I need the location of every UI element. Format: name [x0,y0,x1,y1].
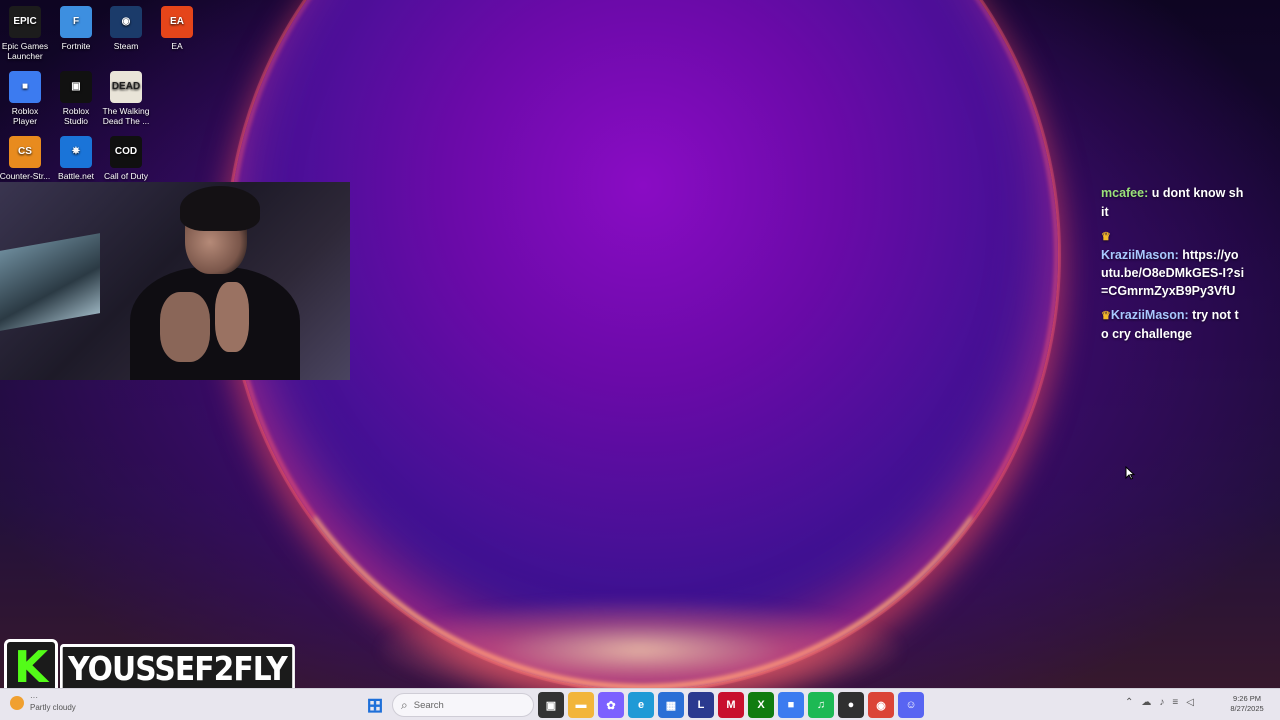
chat-username: KraziiMason [1101,248,1175,262]
file-explorer-icon[interactable]: ▬ [568,692,594,718]
edge-icon[interactable]: e [628,692,654,718]
desktop-shortcut-label: Roblox Player [11,106,39,126]
mouse-cursor-icon [1125,466,1135,480]
weather-text: Partly cloudy [30,703,76,712]
obs-icon[interactable]: ● [838,692,864,718]
clock-time: 9:26 PM [1233,694,1261,703]
counter-strike-icon: CS [9,136,41,168]
webcam-overlay [0,182,350,380]
chat-message: ♛KraziiMason: try not to cry challenge [1101,308,1239,341]
volume-icon[interactable]: ♪ [1159,697,1164,708]
show-hidden-icons-icon[interactable]: ⌃ [1125,697,1133,708]
taskbar-search-input[interactable]: ⌕ Search [392,693,534,717]
desktop-shortcut-label: Roblox Studio [62,106,90,126]
desktop-shortcut-label: Counter-Str... [0,171,51,181]
wallpaper-orb-rim [228,0,1058,690]
desktop-shortcut[interactable]: EPIC Epic Games Launcher [0,6,51,61]
desktop-shortcut-label: Steam [113,41,139,51]
ea-icon: EA [161,6,193,38]
roblox-player-icon: ■ [9,71,41,103]
taskbar-apps: ⊞ ⌕ Search ▣ ▬ ✿ e ▦ L M X ■ ♫ ● ◉ ☺ [362,691,924,719]
system-tray: ⌃ ☁ ♪ ≡ ◁ [1125,697,1194,708]
desktop-shortcut[interactable]: CS Counter-Str... [0,136,51,181]
mcafee-icon[interactable]: M [718,692,744,718]
desktop-shortcut-label: Epic Games Launcher [1,41,49,61]
clock-date: 8/27/2025 [1230,704,1264,713]
fortnite-icon: F [60,6,92,38]
windows-start-icon[interactable]: ⊞ [362,692,388,718]
spotify-icon[interactable]: ♫ [808,692,834,718]
desktop-shortcut[interactable]: COD Call of Duty [100,136,152,181]
desktop-shortcut[interactable]: F Fortnite [50,6,102,51]
discord-icon[interactable]: ☺ [898,692,924,718]
desktop-shortcut[interactable]: ▣ Roblox Studio [50,71,102,126]
desktop-shortcut-label: Fortnite [61,41,91,51]
webcam-person-hair [180,186,260,231]
steam-icon: ◉ [110,6,142,38]
desktop-shortcut-label: Battle.net [58,171,94,181]
desktop-shortcut-label: The Walking Dead The ... [102,106,150,126]
streamer-name: YOUSSEF2FLY [60,644,295,692]
taskbar: ··· Partly cloudy ⊞ ⌕ Search ▣ ▬ ✿ e ▦ L M X ■ ♫ ● ◉ ☺ … [0,688,1280,720]
store-icon[interactable]: ▦ [658,692,684,718]
xbox-icon[interactable]: X [748,692,774,718]
webcam-background-monitor [0,233,100,331]
chat-message: ♛ KraziiMason: https://youtu.be/O8eDMkGES… [1101,231,1245,298]
chat-message: mcafee: u dont know shit [1101,186,1244,219]
desktop-shortcut[interactable]: ◉ Steam [100,6,152,51]
roblox-studio-icon: ▣ [60,71,92,103]
lightshot-icon[interactable]: L [688,692,714,718]
search-placeholder: Search [413,699,444,711]
desktop-shortcut[interactable]: EA EA [151,6,203,51]
stream-chat-overlay: mcafee: u dont know shit ♛ KraziiMason: h… [1101,184,1246,349]
webcam-person-arm [160,292,210,362]
desktop-shortcut[interactable]: ■ Roblox Player [0,71,51,126]
weather-widget[interactable]: ··· Partly cloudy [10,693,76,713]
roblox-taskbar-icon[interactable]: ■ [778,692,804,718]
desktop-shortcut-label: EA [171,41,183,51]
epic-games-icon: EPIC [9,6,41,38]
copilot-icon[interactable]: ✿ [598,692,624,718]
desktop-shortcut[interactable]: ✵ Battle.net [50,136,102,181]
network-icon[interactable]: ≡ [1172,697,1178,708]
chat-username: KraziiMason [1110,308,1185,322]
walking-dead-icon: DEAD [110,71,142,103]
wallpaper-glow [380,600,900,700]
desktop-shortcut[interactable]: DEAD The Walking Dead The ... [100,71,152,126]
webcam-person-hand [215,282,249,352]
onedrive-icon[interactable]: ☁ [1141,697,1151,708]
desktop-shortcut-label: Call of Duty [104,171,148,181]
search-icon: ⌕ [401,697,408,712]
crown-icon: ♛ [1101,231,1111,243]
speaker-icon[interactable]: ◁ [1186,697,1194,708]
call-of-duty-icon: COD [110,136,142,168]
chat-username: mcafee [1101,186,1145,200]
weather-top: ··· [30,693,38,702]
task-view-icon[interactable]: ▣ [538,692,564,718]
taskbar-clock[interactable]: 9:26 PM 8/27/2025 [1222,694,1272,714]
weather-sun-icon [10,696,24,710]
battle-net-icon: ✵ [60,136,92,168]
crown-icon: ♛ [1101,310,1111,322]
chrome-icon[interactable]: ◉ [868,692,894,718]
logo-letter: K [13,642,49,693]
